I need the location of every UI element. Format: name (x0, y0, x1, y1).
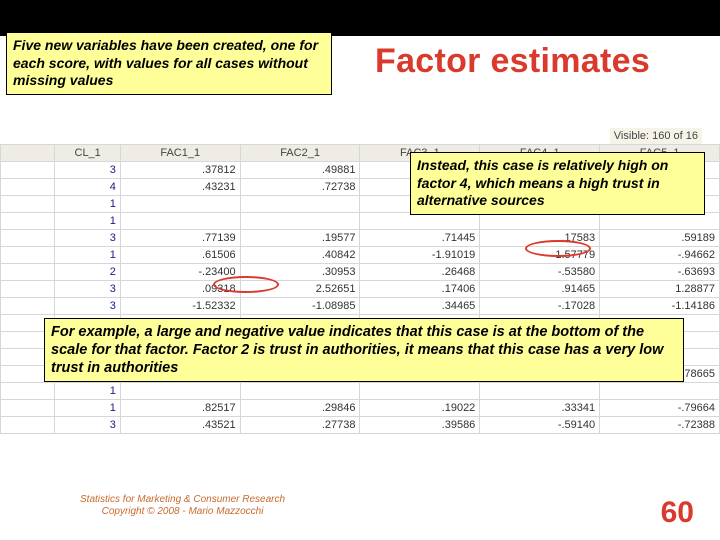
table-cell: 2 (55, 264, 120, 281)
table-row: 3-1.52332-1.08985.34465-.17028-1.14186 (1, 298, 720, 315)
footer-line2: Copyright © 2008 - Mario Mazzocchi (80, 506, 285, 518)
table-cell: .19022 (360, 400, 480, 417)
table-cell: .43521 (120, 417, 240, 434)
table-cell: .19577 (240, 230, 360, 247)
slide-title: Factor estimates (375, 42, 650, 81)
table-cell: .82517 (120, 400, 240, 417)
table-cell: .39586 (360, 417, 480, 434)
table-cell (1, 400, 55, 417)
table-cell: .49881 (240, 162, 360, 179)
table-cell: .59189 (600, 230, 720, 247)
table-cell (480, 383, 600, 400)
table-row: 1 (1, 383, 720, 400)
table-cell (120, 213, 240, 230)
table-cell (1, 179, 55, 196)
table-cell (240, 213, 360, 230)
table-cell (1, 162, 55, 179)
table-cell: .43231 (120, 179, 240, 196)
table-cell: -.94662 (600, 247, 720, 264)
table-cell: -1.91019 (360, 247, 480, 264)
table-row: 3.093182.52651.17406.914651.28877 (1, 281, 720, 298)
table-cell: .40842 (240, 247, 360, 264)
table-cell: .72738 (240, 179, 360, 196)
table-cell (1, 383, 55, 400)
table-cell (360, 383, 480, 400)
table-cell: .34465 (360, 298, 480, 315)
table-cell: .17406 (360, 281, 480, 298)
table-cell: .61506 (120, 247, 240, 264)
page-number: 60 (661, 496, 694, 530)
table-cell: -.63693 (600, 264, 720, 281)
table-cell: 1 (55, 247, 120, 264)
callout-variables-created: Five new variables have been created, on… (6, 32, 332, 95)
table-row: 2-.23400.30953.26468-.53580-.63693 (1, 264, 720, 281)
table-cell (480, 213, 600, 230)
table-cell (1, 196, 55, 213)
table-cell: .91465 (480, 281, 600, 298)
col-header: CL_1 (55, 145, 120, 162)
col-header: FAC1_1 (120, 145, 240, 162)
table-cell: -1.52332 (120, 298, 240, 315)
table-cell (1, 213, 55, 230)
table-cell: -1.08985 (240, 298, 360, 315)
table-cell: 1 (55, 400, 120, 417)
footer-line1: Statistics for Marketing & Consumer Rese… (80, 494, 285, 506)
table-cell: 3 (55, 417, 120, 434)
col-header (1, 145, 55, 162)
table-cell: .26468 (360, 264, 480, 281)
table-cell: 3 (55, 162, 120, 179)
highlight-circle-factor2 (213, 276, 279, 293)
highlight-circle-factor4 (525, 240, 591, 257)
table-cell: .33341 (480, 400, 600, 417)
table-cell (1, 264, 55, 281)
table-cell (240, 196, 360, 213)
table-cell (240, 383, 360, 400)
table-cell: 3 (55, 230, 120, 247)
table-cell: -.59140 (480, 417, 600, 434)
table-cell (1, 281, 55, 298)
table-cell: -.17028 (480, 298, 600, 315)
table-cell: 3 (55, 281, 120, 298)
footer-credits: Statistics for Marketing & Consumer Rese… (80, 494, 285, 518)
table-cell: -.53580 (480, 264, 600, 281)
table-row: 1.82517.29846.19022.33341-.79664 (1, 400, 720, 417)
top-bar (0, 0, 720, 36)
table-cell (600, 213, 720, 230)
table-row: 1 (1, 213, 720, 230)
table-cell: .27738 (240, 417, 360, 434)
table-cell (1, 230, 55, 247)
table-cell: 1.28877 (600, 281, 720, 298)
table-cell (120, 196, 240, 213)
table-cell: -.79664 (600, 400, 720, 417)
table-cell: 1 (55, 213, 120, 230)
table-cell: .37812 (120, 162, 240, 179)
table-row: 3.77139.19577.71445.17583.59189 (1, 230, 720, 247)
table-cell: -1.14186 (600, 298, 720, 315)
table-row: 3.43521.27738.39586-.59140-.72388 (1, 417, 720, 434)
table-cell (1, 298, 55, 315)
callout-factor4-high: Instead, this case is relatively high on… (410, 152, 705, 215)
table-cell: .77139 (120, 230, 240, 247)
table-cell: 1 (55, 383, 120, 400)
table-cell (600, 383, 720, 400)
callout-example-explanation: For example, a large and negative value … (44, 318, 684, 382)
table-cell (1, 417, 55, 434)
table-cell: 1 (55, 196, 120, 213)
col-header: FAC2_1 (240, 145, 360, 162)
table-cell: .29846 (240, 400, 360, 417)
table-row: 1.61506.40842-1.910191.57779-.94662 (1, 247, 720, 264)
table-cell: .71445 (360, 230, 480, 247)
table-cell (1, 247, 55, 264)
table-cell (360, 213, 480, 230)
table-cell: 3 (55, 298, 120, 315)
table-cell (120, 383, 240, 400)
visible-count-label: Visible: 160 of 16 (610, 128, 702, 144)
table-cell: 4 (55, 179, 120, 196)
table-cell: -.72388 (600, 417, 720, 434)
